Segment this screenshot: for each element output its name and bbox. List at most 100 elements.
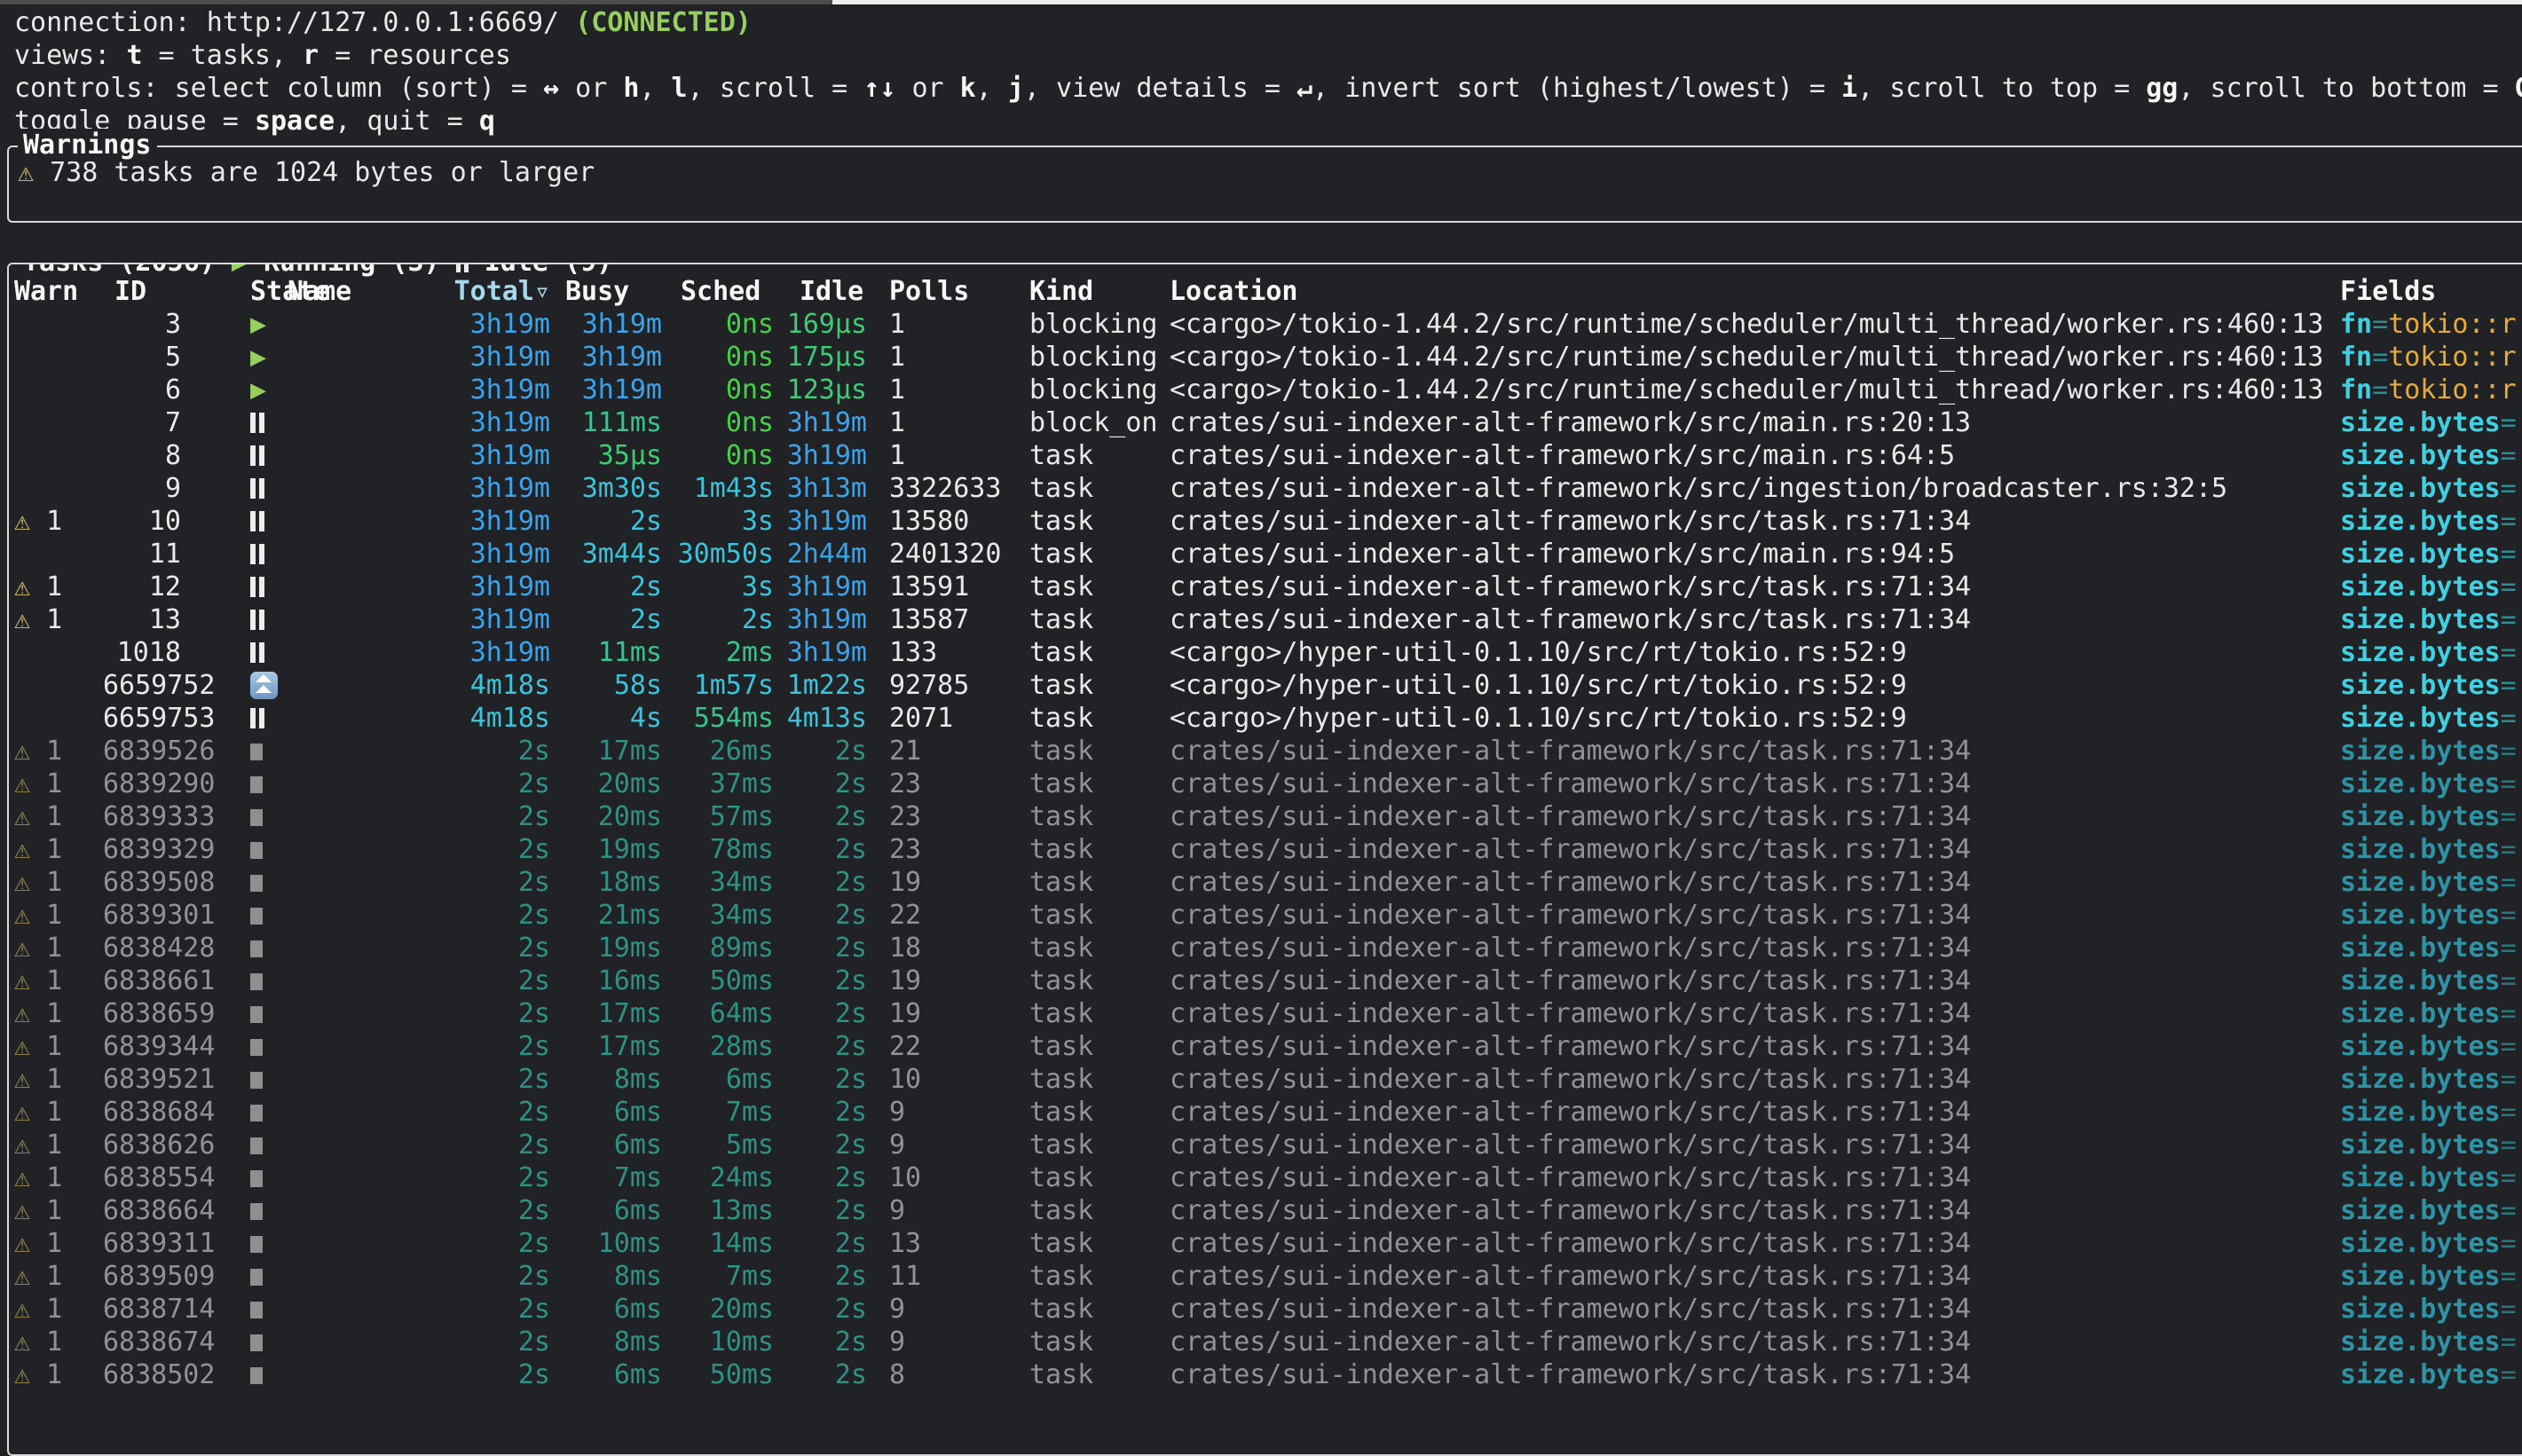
status-text: ↔: [543, 73, 559, 104]
sched-duration: 24ms: [662, 1161, 774, 1194]
table-row[interactable]: ⚠ 168386262s6ms5ms2s9taskcrates/sui-inde…: [9, 1129, 2522, 1161]
task-id: 6659753: [103, 702, 181, 735]
task-kind: task: [1022, 571, 1164, 603]
warn-cell: ⚠ 1: [14, 1161, 103, 1194]
task-kind: task: [1022, 603, 1164, 636]
table-row[interactable]: ⚠ 168395082s18ms34ms2s19taskcrates/sui-i…: [9, 866, 2522, 899]
table-row[interactable]: ⚠ 168393332s20ms57ms2s23taskcrates/sui-i…: [9, 800, 2522, 833]
warnings-panel: Warnings ⚠ 738 tasks are 1024 bytes or l…: [7, 146, 2522, 223]
status-text: or: [895, 73, 959, 104]
sched-duration: 20ms: [662, 1293, 774, 1326]
field-key: size.bytes: [2340, 834, 2501, 865]
table-row[interactable]: ⚠ 168385022s6ms50ms2s8taskcrates/sui-ind…: [9, 1358, 2522, 1391]
tasks-panel-title: Tasks (2056) ▶ Running (3) Idle (9): [18, 263, 618, 279]
table-row[interactable]: ⚠ 168386642s6ms13ms2s9taskcrates/sui-ind…: [9, 1194, 2522, 1227]
table-row[interactable]: 93h19m3m30s1m43s3h13m3322633taskcrates/s…: [9, 472, 2522, 505]
warn-count: 1: [30, 933, 62, 964]
column-header-fields[interactable]: Fields: [2316, 275, 2522, 308]
sched-duration: 7ms: [662, 1260, 774, 1293]
table-row[interactable]: ⚠ 168392902s20ms37ms2s23taskcrates/sui-i…: [9, 767, 2522, 800]
table-row[interactable]: 73h19m111ms0ns3h19m1block_oncrates/sui-i…: [9, 406, 2522, 439]
table-row[interactable]: ⚠ 168384282s19ms89ms2s18taskcrates/sui-i…: [9, 932, 2522, 964]
table-row[interactable]: ⚠ 1133h19m2s2s3h19m13587taskcrates/sui-i…: [9, 603, 2522, 636]
table-row[interactable]: ⚠ 168387142s6ms20ms2s9taskcrates/sui-ind…: [9, 1293, 2522, 1326]
table-row[interactable]: ⚠ 168393012s21ms34ms2s22taskcrates/sui-i…: [9, 899, 2522, 932]
column-header-idle[interactable]: Idle: [774, 275, 867, 308]
table-row[interactable]: ⚠ 168386842s6ms7ms2s9taskcrates/sui-inde…: [9, 1096, 2522, 1129]
state-cell: [181, 1194, 288, 1227]
warn-count: 1: [30, 506, 62, 537]
table-row[interactable]: ⚠ 168386742s8ms10ms2s9taskcrates/sui-ind…: [9, 1326, 2522, 1358]
idle-duration: 2s: [774, 1227, 867, 1260]
column-header-sched[interactable]: Sched: [662, 275, 774, 308]
table-row[interactable]: 66597534m18s4s554ms4m13s2071task<cargo>/…: [9, 702, 2522, 735]
status-text: views:: [14, 40, 126, 71]
stop-icon: [250, 1203, 263, 1220]
task-id: 6: [103, 374, 181, 406]
column-header-state[interactable]: State: [181, 275, 288, 308]
table-row[interactable]: ⚠ 168395262s17ms26ms2s21taskcrates/sui-i…: [9, 735, 2522, 767]
status-line-0: connection: http://127.0.0.1:6669/ (CONN…: [14, 6, 2522, 39]
connection-status: (CONNECTED): [575, 7, 752, 38]
idle-count-label: Idle (9): [485, 263, 613, 278]
table-row[interactable]: 10183h19m11ms2ms3h19m133task<cargo>/hype…: [9, 636, 2522, 669]
state-cell: [181, 406, 288, 439]
field-equals: =: [2501, 1359, 2517, 1390]
column-header-busy[interactable]: Busy: [550, 275, 662, 308]
column-header-loc[interactable]: Location: [1164, 275, 2316, 308]
warn-count: 1: [30, 571, 62, 602]
status-text: h: [623, 73, 639, 104]
state-cell: [181, 1161, 288, 1194]
polls-count: 23: [867, 800, 1022, 833]
table-row[interactable]: ⚠ 168385542s7ms24ms2s10taskcrates/sui-in…: [9, 1161, 2522, 1194]
field-key: size.bytes: [2340, 1129, 2501, 1161]
warn-cell: ⚠ 1: [14, 1293, 103, 1326]
status-text: , quit =: [335, 106, 479, 137]
task-id: 6839333: [103, 800, 181, 833]
polls-count: 1: [867, 308, 1022, 341]
column-header-name[interactable]: Name: [288, 275, 367, 308]
stop-icon: [250, 1039, 263, 1056]
pause-icon: [250, 544, 264, 564]
table-row[interactable]: 66597524m18s58s1m57s1m22s92785task<cargo…: [9, 669, 2522, 702]
table-row[interactable]: 5▶3h19m3h19m0ns175µs1blocking<cargo>/tok…: [9, 341, 2522, 374]
state-cell: [181, 603, 288, 636]
field-key: size.bytes: [2340, 998, 2501, 1029]
idle-duration: 3h19m: [774, 505, 867, 538]
busy-duration: 19ms: [550, 932, 662, 964]
status-text: , invert sort (highest/lowest) =: [1312, 73, 1841, 104]
total-duration: 3h19m: [367, 341, 550, 374]
table-row[interactable]: 83h19m35µs0ns3h19m1taskcrates/sui-indexe…: [9, 439, 2522, 472]
table-row[interactable]: 113h19m3m44s30m50s2h44m2401320taskcrates…: [9, 538, 2522, 571]
stop-icon: [250, 1105, 263, 1122]
column-header-total[interactable]: Total▿: [367, 275, 550, 308]
window-top-strip: [0, 0, 2522, 4]
task-location: crates/sui-indexer-alt-framework/src/mai…: [1164, 538, 2316, 571]
table-row[interactable]: ⚠ 168393292s19ms78ms2s23taskcrates/sui-i…: [9, 833, 2522, 866]
table-row[interactable]: ⚠ 168395212s8ms6ms2s10taskcrates/sui-ind…: [9, 1063, 2522, 1096]
status-line-1: views: t = tasks, r = resources: [14, 39, 2522, 72]
table-row[interactable]: ⚠ 1103h19m2s3s3h19m13580taskcrates/sui-i…: [9, 505, 2522, 538]
sched-duration: 0ns: [662, 308, 774, 341]
column-header-kind[interactable]: Kind: [1022, 275, 1164, 308]
table-row[interactable]: ⚠ 168386612s16ms50ms2s19taskcrates/sui-i…: [9, 964, 2522, 997]
stop-icon: [250, 1236, 263, 1253]
status-text: , scroll =: [688, 73, 864, 104]
table-row[interactable]: ⚠ 168395092s8ms7ms2s11taskcrates/sui-ind…: [9, 1260, 2522, 1293]
task-location: crates/sui-indexer-alt-framework/src/tas…: [1164, 833, 2316, 866]
table-row[interactable]: ⚠ 168393442s17ms28ms2s22taskcrates/sui-i…: [9, 1030, 2522, 1063]
table-header-row: WarnIDStateNameTotal▿BusySchedIdlePollsK…: [9, 275, 2522, 308]
column-header-id[interactable]: ID: [103, 275, 181, 308]
column-header-warn[interactable]: Warn: [14, 275, 103, 308]
table-row[interactable]: 6▶3h19m3h19m0ns123µs1blocking<cargo>/tok…: [9, 374, 2522, 406]
table-row[interactable]: ⚠ 168386592s17ms64ms2s19taskcrates/sui-i…: [9, 997, 2522, 1030]
table-row[interactable]: ⚠ 1123h19m2s3s3h19m13591taskcrates/sui-i…: [9, 571, 2522, 603]
column-header-polls[interactable]: Polls: [867, 275, 1022, 308]
field-key: size.bytes: [2340, 440, 2501, 471]
window-top-strip-left: [0, 0, 832, 4]
task-location: crates/sui-indexer-alt-framework/src/tas…: [1164, 1161, 2316, 1194]
task-location: crates/sui-indexer-alt-framework/src/tas…: [1164, 800, 2316, 833]
status-text: q: [479, 106, 495, 137]
table-row[interactable]: ⚠ 168393112s10ms14ms2s13taskcrates/sui-i…: [9, 1227, 2522, 1260]
table-row[interactable]: 3▶3h19m3h19m0ns169µs1blocking<cargo>/tok…: [9, 308, 2522, 341]
